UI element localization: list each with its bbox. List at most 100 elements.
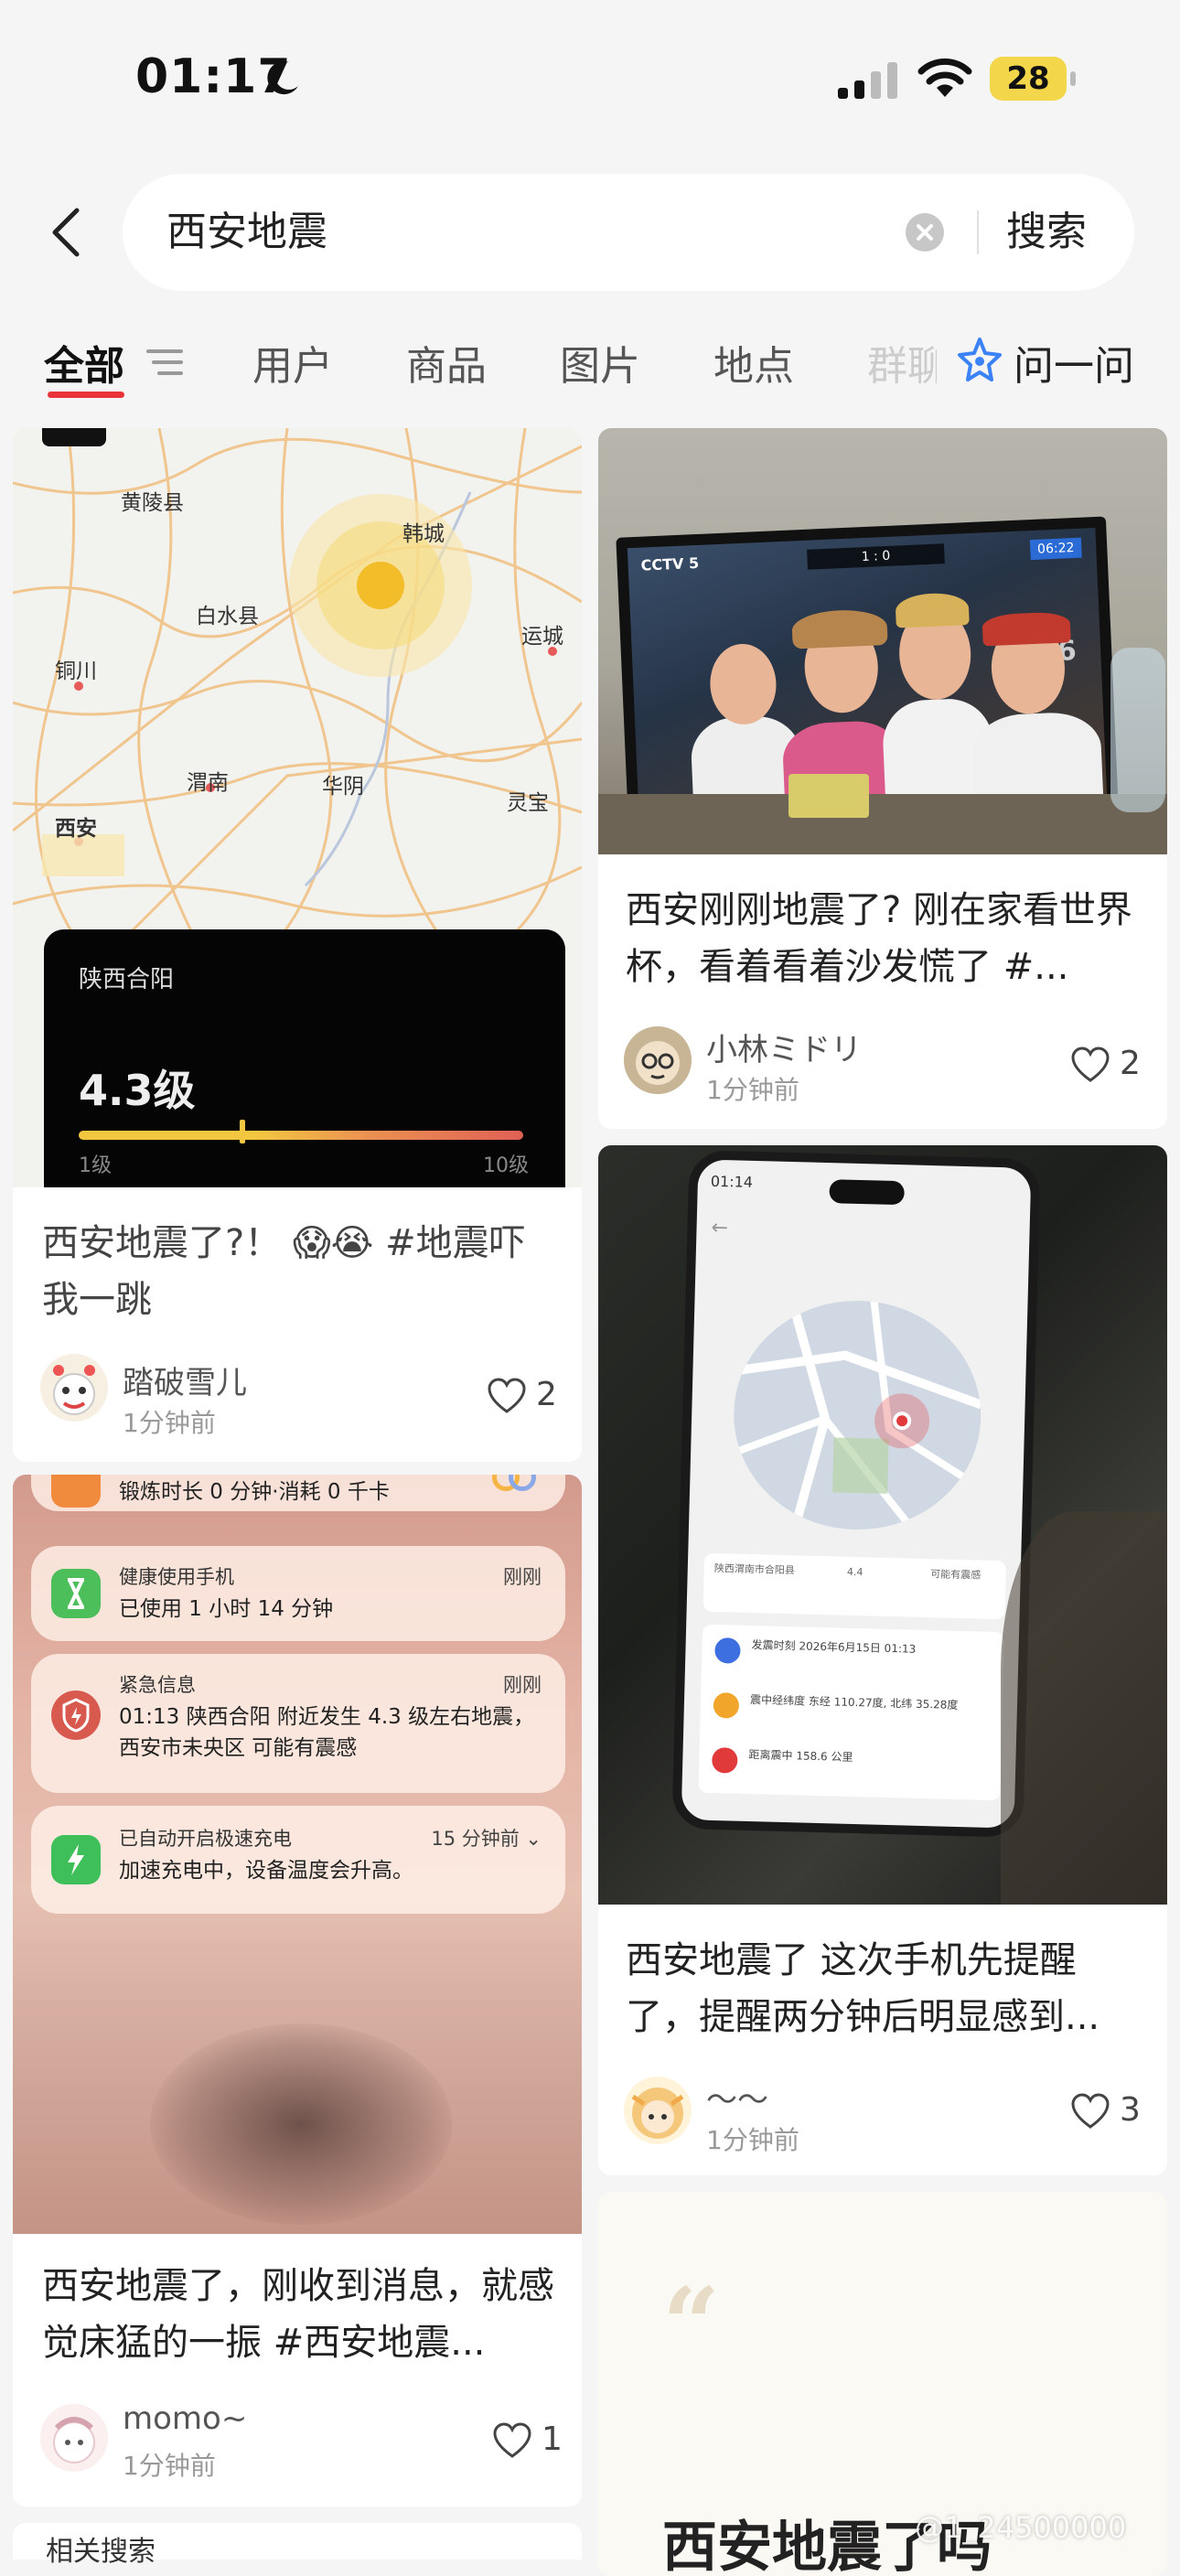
ask-star-icon[interactable] [957,337,1003,382]
notification-fitness: 锻炼时长 0 分钟·消耗 0 千卡 [31,1475,565,1511]
phone-quake-details: 发震时刻 2026年6月15日 01:13 震中经纬度 东经 110.27度, … [698,1624,1005,1801]
user-name[interactable]: 小林ミドリ [706,1025,862,1069]
notification-time: 15 分钟前 ⌄ [431,1828,542,1850]
map-label: 西安 [55,817,97,841]
phone-status-time: 01:14 [710,1172,754,1191]
clear-icon[interactable] [906,213,944,252]
phone-map [731,1297,984,1533]
map-label: 灵宝 [507,791,549,815]
notification-title: 已自动开启极速充电 [119,1828,292,1850]
filter-icon[interactable] [145,344,185,381]
like-count: 1 [542,2420,563,2458]
map-label: 华阴 [322,775,364,799]
avatar[interactable] [40,2404,108,2472]
notification-screen-time: 健康使用手机 刚刚 已使用 1 小时 14 分钟 [31,1546,565,1641]
map-label: 铜川 [55,660,97,683]
notification-title: 健康使用手机 [119,1566,234,1588]
phone-row: 发震时刻 2026年6月15日 01:13 [751,1638,917,1656]
photo-desk [598,794,1167,854]
card-title[interactable]: 西安刚刚地震了? 刚在家看世界杯，看着看着沙发慌了 #... [626,882,1147,995]
search-button[interactable]: 搜索 [1006,174,1087,291]
avatar[interactable] [624,2077,692,2144]
note-card[interactable]: 锻炼时长 0 分钟·消耗 0 千卡 健康使用手机 刚刚 已使用 1 小时 14 … [13,1475,582,2506]
wifi-icon [917,58,972,97]
post-time: 1分钟前 [706,1075,799,1105]
back-icon[interactable] [46,205,86,260]
notification-emergency: 紧急信息 刚刚 01:13 陕西合阳 附近发生 4.3 级左右地震，西安市未央区… [31,1654,565,1793]
heart-icon[interactable] [492,2422,532,2459]
battery-indicator: 28 [990,57,1076,101]
tab-places[interactable]: 地点 [713,333,794,392]
search-bar[interactable]: 西安地震 搜索 [123,174,1134,291]
tab-ask[interactable]: 问一问 [1014,333,1134,392]
card-image-tv[interactable]: CCTV 5 1 : 0 06:22 2026 [598,428,1167,854]
tab-active-indicator [48,392,124,398]
phone-quake-info: 陕西渭南市合阳县 4.4 可能有震感 [703,1552,1007,1620]
tab-users[interactable]: 用户 [252,333,333,392]
phone-row: 距离震中 158.6 公里 [748,1748,853,1765]
tv-score: 1 : 0 [807,543,945,570]
tab-all[interactable]: 全部 [44,333,124,392]
notification-charging: 已自动开启极速充电 15 分钟前 ⌄ 加速充电中，设备温度会升高。 [31,1806,565,1914]
notification-time: 刚刚 [503,1566,542,1588]
card-image-map[interactable]: 黄陵县 韩城 白水县 铜川 运城 渭南 华阴 西安 灵宝 陕西合阳 4.3级 1… [13,428,582,1187]
heart-icon[interactable] [1070,1046,1110,1083]
photo-phone: 01:14 ← 陕西渭南市合阳县 4.4 可能有震感 发震时刻 2026年6月1… [671,1150,1041,1838]
map-label: 韩城 [402,522,445,546]
note-card[interactable]: CCTV 5 1 : 0 06:22 2026 西安刚刚地震了? 刚在家看世界杯… [598,428,1167,1129]
map-label: 白水县 [196,605,259,628]
tab-images[interactable]: 图片 [560,333,640,392]
heart-icon[interactable] [1070,2093,1110,2130]
watermark: @1_24500000 [915,2510,1127,2545]
user-name[interactable]: momo~ [123,2400,247,2437]
notification-time: 刚刚 [503,1674,542,1696]
quake-info-panel: 陕西合阳 4.3级 1级 10级 [44,929,565,1187]
search-divider [977,210,979,254]
card-title[interactable]: 西安地震了，刚收到消息，就感觉床猛的一振 #西安地震... [42,2258,563,2371]
like-count: 2 [536,1376,557,1413]
user-name[interactable]: 踏破雪儿 [123,1358,247,1402]
notification-body: 锻炼时长 0 分钟·消耗 0 千卡 [119,1480,390,1504]
notification-body: 加速充电中，设备温度会升高。 [119,1859,413,1883]
heart-icon[interactable] [487,1378,527,1414]
phone-row: 震中经纬度 东经 110.27度, 北纬 35.28度 [749,1693,959,1712]
tv-clock: 06:22 [1029,537,1082,561]
quake-scale-max: 10级 [483,1154,529,1177]
avatar[interactable] [40,1354,108,1422]
card-title[interactable]: 西安地震了?！ 😱😭 #地震吓我一跳 [42,1215,554,1328]
post-time: 1分钟前 [706,2125,799,2155]
user-name[interactable]: ～～ [706,2075,768,2120]
related-search-label: 相关搜索 [46,2536,156,2568]
quake-scale-bar [79,1131,523,1140]
status-bar: 01:17 28 [0,0,1180,146]
map-label: 运城 [521,625,563,649]
tab-groups[interactable]: 群聊 [867,333,937,392]
quake-location: 陕西合阳 [79,966,175,993]
card-image-notifications[interactable]: 锻炼时长 0 分钟·消耗 0 千卡 健康使用手机 刚刚 已使用 1 小时 14 … [13,1475,582,2234]
quake-magnitude: 4.3级 [79,1066,196,1115]
search-tabs: 全部 用户 商品 图片 地点 群聊 问一问 [0,320,1180,412]
avatar[interactable] [624,1026,692,1094]
quake-scale-marker [240,1120,245,1143]
note-card[interactable]: 黄陵县 韩城 白水县 铜川 运城 渭南 华阴 西安 灵宝 陕西合阳 4.3级 1… [13,428,582,1462]
signal-icon [838,62,897,99]
map-label: 渭南 [187,771,229,795]
phone-info-effect: 可能有震感 [930,1568,982,1582]
related-search-section: 相关搜索 [13,2523,582,2568]
tab-goods[interactable]: 商品 [406,333,487,392]
quote-mark-icon: “ [662,2265,721,2383]
tv-channel-logo: CCTV 5 [640,553,700,574]
notification-body: 01:13 陕西合阳 附近发生 4.3 级左右地震，西安市未央区 可能有震感 [119,1705,535,1760]
phone-info-location: 陕西渭南市合阳县 [713,1562,795,1577]
phone-info-magnitude: 4.4 [846,1565,864,1579]
card-title[interactable]: 西安地震了 这次手机先提醒了，提醒两分钟后明显感到... [626,1932,1147,2045]
quake-scale-min: 1级 [79,1154,112,1177]
moon-icon [267,61,298,95]
search-input[interactable]: 西安地震 [166,174,327,291]
map-label: 黄陵县 [121,491,184,515]
notification-body: 已使用 1 小时 14 分钟 [119,1597,334,1621]
note-card[interactable]: 01:14 ← 陕西渭南市合阳县 4.4 可能有震感 发震时刻 2026年6月1… [598,1145,1167,2175]
card-image-phone[interactable]: 01:14 ← 陕西渭南市合阳县 4.4 可能有震感 发震时刻 2026年6月1… [598,1145,1167,1905]
post-time: 1分钟前 [123,2451,216,2481]
battery-level: 28 [1006,60,1050,97]
